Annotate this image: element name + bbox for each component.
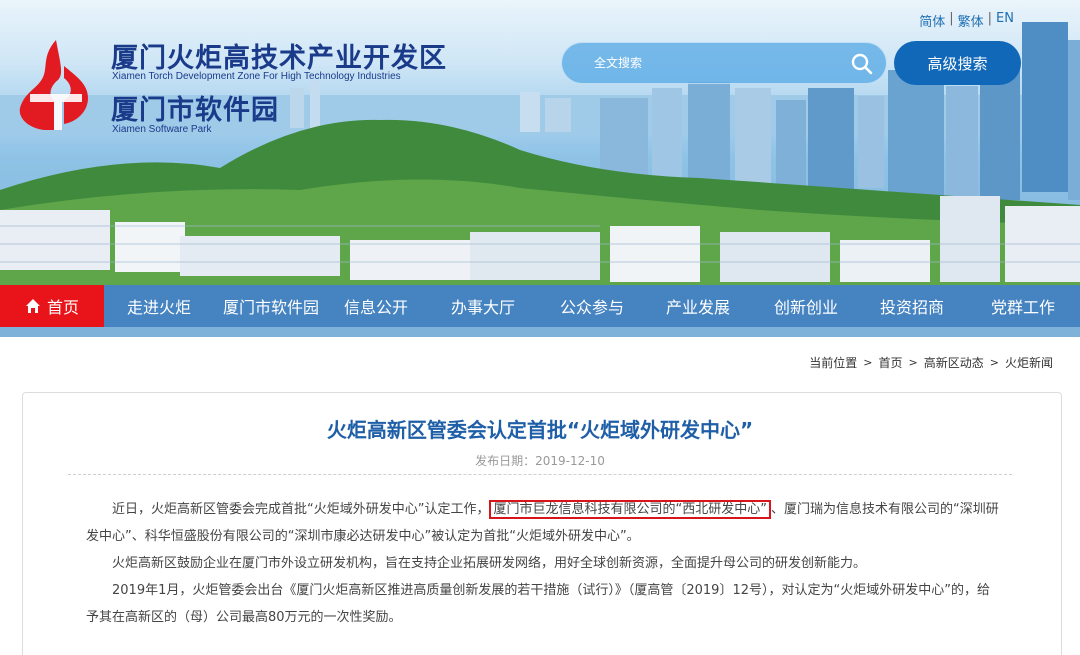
breadcrumb: 当前位置 > 首页 > 高新区动态 > 火炬新闻 (809, 354, 1053, 371)
search-box (561, 42, 887, 84)
title-divider (68, 474, 1012, 475)
article-date: 发布日期：2019-12-10 (475, 454, 605, 468)
article-body: 近日，火炬高新区管委会完成首批“火炬域外研发中心”认定工作， 厦门市巨龙信息科技有… (86, 496, 1002, 631)
paragraph-3: 2019年1月，火炬管委会出台《厦门火炬高新区推进高质量创新发展的若干措施（试行… (86, 583, 990, 625)
nav-shadow-strip (0, 327, 1080, 337)
lang-simplified[interactable]: 简体 (919, 11, 945, 30)
nav-item-software-park[interactable]: 厦门市软件园 (214, 285, 328, 327)
search-input[interactable] (594, 56, 834, 70)
breadcrumb-label: 当前位置 (809, 356, 858, 370)
torch-logo-icon[interactable] (10, 36, 102, 134)
chevron-right-icon: > (908, 356, 918, 369)
nav-item-investment[interactable]: 投资招商 (858, 285, 966, 327)
paragraph-1-lead: 近日，火炬高新区管委会完成首批“火炬域外研发中心”认定工作， (112, 502, 490, 517)
paragraph-1: 近日，火炬高新区管委会完成首批“火炬域外研发中心”认定工作， 厦门市巨龙信息科技有… (86, 496, 1002, 550)
paragraph-2: 火炬高新区鼓励企业在厦门市外设立研发机构，旨在支持企业拓展研发网络，用好全球创新… (112, 556, 867, 571)
article-title: 火炬高新区管委会认定首批“火炬域外研发中心” (326, 418, 754, 442)
nav-item-industry[interactable]: 产业发展 (642, 285, 754, 327)
site-subtitle-cn: 厦门市软件园 (111, 95, 279, 126)
header-banner: 简体 | 繁体 | EN 厦门火炬高技术产业开发区 Xiamen Torch D… (0, 0, 1080, 285)
site-subtitle-en: Xiamen Software Park (112, 124, 212, 135)
advanced-search-button[interactable]: 高级搜索 (894, 41, 1021, 85)
nav-item-about[interactable]: 走进火炬 (104, 285, 214, 327)
language-switcher: 简体 | 繁体 | EN (919, 11, 1014, 30)
breadcrumb-current[interactable]: 火炬新闻 (1005, 354, 1053, 371)
nav-label: 首页 (46, 298, 79, 317)
site-title-cn: 厦门火炬高技术产业开发区 (111, 43, 447, 74)
site-title-en: Xiamen Torch Development Zone For High T… (112, 71, 401, 82)
home-icon (25, 299, 40, 313)
chevron-right-icon: > (863, 356, 873, 369)
nav-item-party[interactable]: 党群工作 (966, 285, 1080, 327)
lang-english[interactable]: EN (996, 11, 1014, 30)
nav-item-info-disclosure[interactable]: 信息公开 (328, 285, 424, 327)
nav-item-service-hall[interactable]: 办事大厅 (424, 285, 542, 327)
nav-item-home[interactable]: 首页 (0, 285, 104, 327)
nav-item-public-participation[interactable]: 公众参与 (542, 285, 642, 327)
search-icon[interactable] (850, 52, 874, 76)
nav-item-innovation[interactable]: 创新创业 (754, 285, 858, 327)
breadcrumb-news-category[interactable]: 高新区动态 (924, 354, 984, 371)
breadcrumb-home[interactable]: 首页 (879, 354, 903, 371)
chevron-right-icon: > (989, 356, 999, 369)
highlighted-company: 厦门市巨龙信息科技有限公司的“西北研发中心” (489, 500, 771, 519)
main-nav: 首页 走进火炬 厦门市软件园 信息公开 办事大厅 公众参与 产业发展 创新创业 … (0, 285, 1080, 327)
lang-traditional[interactable]: 繁体 (958, 11, 984, 30)
